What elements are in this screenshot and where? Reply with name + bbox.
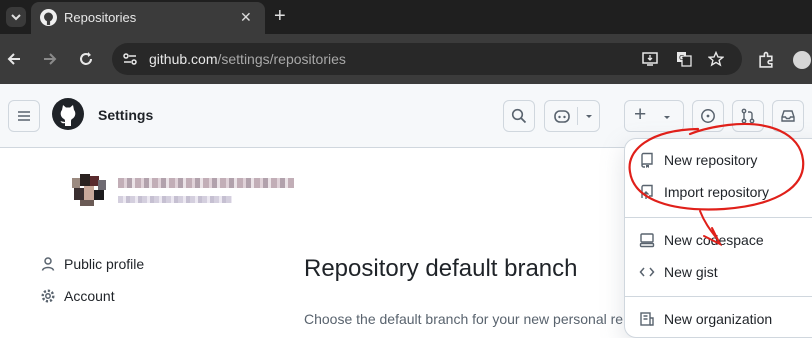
menu-item-label: New organization [664,311,773,327]
tab-title: Repositories [64,10,137,25]
menu-item-label: New gist [664,264,718,280]
profile-handle-redacted [118,196,232,203]
page-title: Settings [98,107,154,123]
hamburger-menu-icon [18,111,30,121]
translate-icon[interactable]: G [676,51,692,67]
sidebar-item-account[interactable]: Account [40,288,115,304]
url-host: github.com [149,51,218,67]
browser-toolbar: github.com/settings/repositories G [0,34,812,84]
menu-item-label: New repository [664,152,758,168]
github-favicon-icon [40,9,57,26]
copilot-icon [554,110,570,123]
url-text: github.com/settings/repositories [149,51,346,67]
git-pull-request-icon [741,108,755,124]
open-navigation-button[interactable] [8,100,40,132]
install-app-icon[interactable] [642,51,658,67]
create-new-button[interactable]: + [624,100,684,132]
back-arrow-icon[interactable] [6,51,22,67]
search-icon [511,108,527,124]
search-button[interactable] [503,100,535,132]
codespaces-icon [639,233,655,248]
split-divider [577,107,578,125]
menu-divider [625,217,812,218]
site-info-icon[interactable] [122,51,138,67]
reload-icon[interactable] [78,51,94,67]
browser-tab[interactable]: Repositories ✕ [31,2,265,34]
new-tab-button[interactable]: + [274,5,286,28]
menu-item-import-repository[interactable]: Import repository [639,184,769,200]
create-new-menu: New repository Import repository New cod… [624,138,812,338]
menu-item-label: Import repository [664,184,770,200]
chevron-down-icon [11,14,21,21]
chevron-down-icon [664,116,670,119]
gear-icon [41,289,55,303]
tab-close-button[interactable]: ✕ [240,9,252,26]
sidebar-item-label: Account [64,288,115,304]
code-icon [639,267,655,277]
avatar [68,172,108,208]
plus-icon: + [634,103,647,126]
menu-item-new-gist[interactable]: New gist [639,264,718,280]
menu-item-label: New codespace [664,232,764,248]
bookmark-star-icon[interactable] [708,51,724,67]
issues-button[interactable] [692,100,724,132]
section-heading: Repository default branch [304,255,578,282]
pull-requests-button[interactable] [732,100,764,132]
repo-icon [641,152,653,168]
menu-item-new-codespace[interactable]: New codespace [639,232,764,248]
menu-item-new-repository[interactable]: New repository [639,152,757,168]
inbox-button[interactable] [772,100,804,132]
profile-name-redacted [118,178,294,188]
chevron-down-icon [586,115,592,118]
copilot-button[interactable] [544,100,600,132]
profile-icon[interactable] [792,50,812,70]
svg-text:G: G [679,54,684,62]
forward-arrow-icon[interactable] [42,51,58,67]
issue-opened-icon [701,109,715,123]
repo-push-icon [641,184,653,199]
inbox-icon [781,110,795,122]
sidebar-item-label: Public profile [64,256,145,272]
url-path: /settings/repositories [217,51,346,67]
organization-icon [640,312,654,326]
section-description: Choose the default branch for your new p… [304,311,624,327]
address-bar[interactable]: github.com/settings/repositories G [112,43,742,75]
tab-search-button[interactable] [6,7,26,27]
menu-divider [625,296,812,297]
sidebar-item-public-profile[interactable]: Public profile [40,256,144,272]
browser-tabstrip: Repositories ✕ + [0,0,812,34]
menu-item-new-organization[interactable]: New organization [639,311,772,327]
extensions-icon[interactable] [758,51,775,68]
github-logo-icon[interactable] [52,98,84,130]
person-icon [41,257,55,271]
